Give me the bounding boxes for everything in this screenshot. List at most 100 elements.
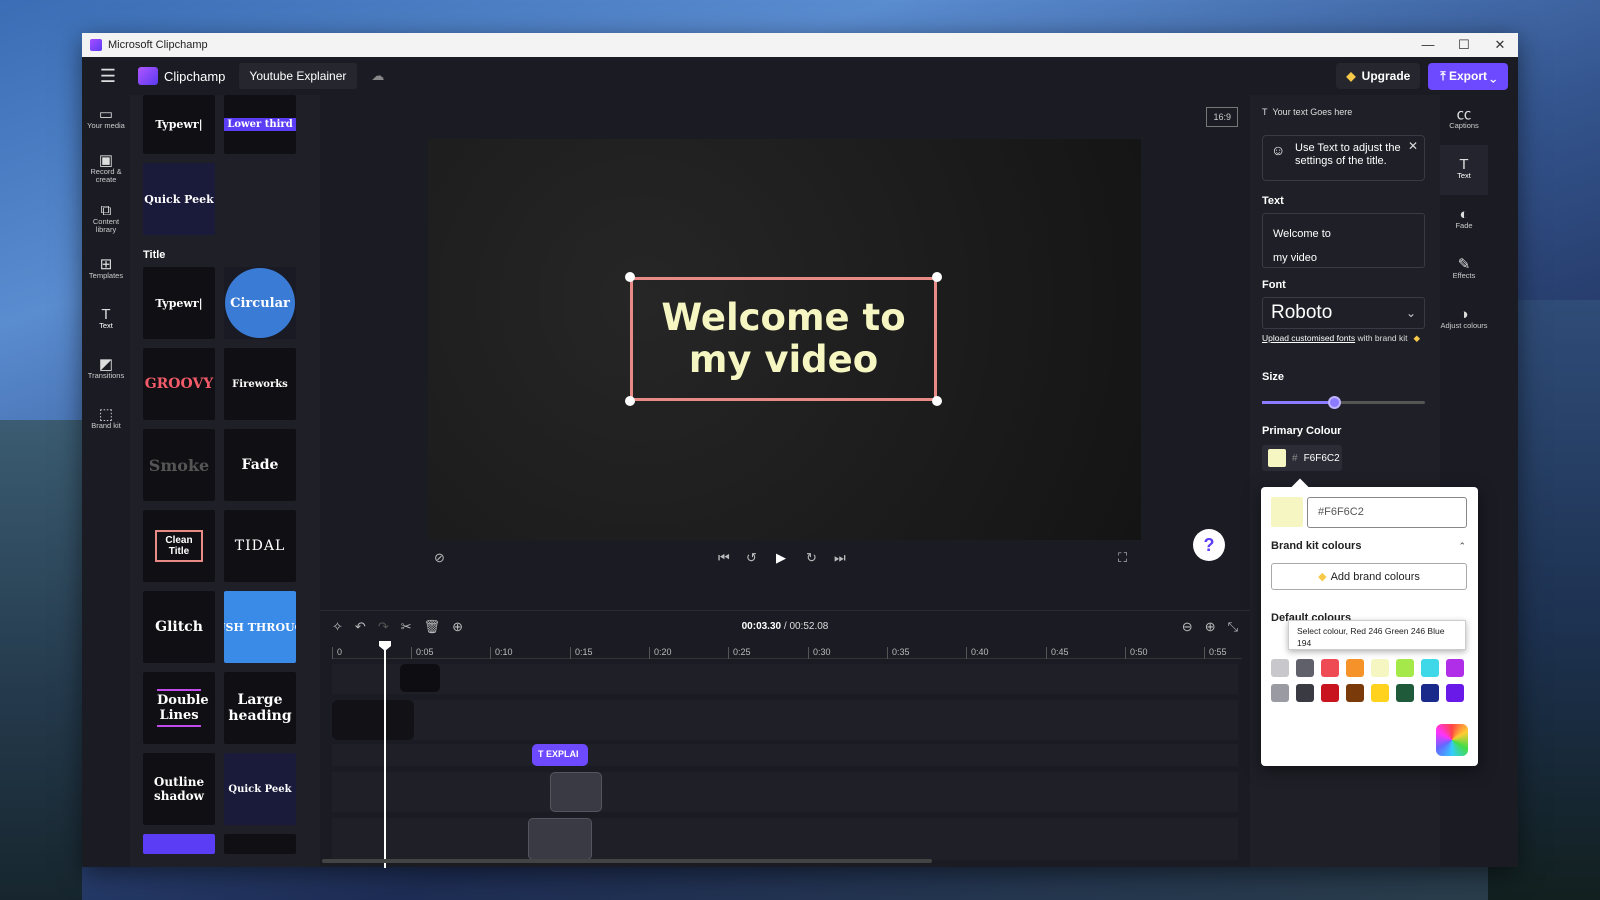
video-clip[interactable] — [332, 700, 414, 740]
text-tile[interactable]: GROOVY — [143, 348, 215, 420]
text-tile[interactable]: Large heading — [224, 672, 296, 744]
colour-swatch-cell[interactable] — [1346, 684, 1364, 702]
text-tile[interactable]: TIDAL — [224, 510, 296, 582]
text-tile[interactable]: Typewr| — [143, 95, 215, 154]
text-tile[interactable]: Smoke — [143, 429, 215, 501]
colour-swatch-cell[interactable] — [1371, 659, 1389, 677]
upload-fonts-link[interactable]: Upload customised fonts — [1262, 333, 1355, 343]
colour-swatch-cell[interactable] — [1271, 684, 1289, 702]
captions-off-icon[interactable]: ⊘ — [434, 550, 445, 566]
text-tile[interactable]: Circular — [224, 267, 296, 339]
text-tile[interactable] — [143, 834, 215, 854]
close-button[interactable]: ✕ — [1482, 37, 1518, 53]
title-text-box[interactable]: Welcome to my video — [630, 277, 937, 401]
rewind-5-icon[interactable]: ↺ — [746, 550, 757, 566]
video-preview[interactable]: Welcome to my video — [428, 139, 1141, 540]
text-tile[interactable]: Typewr| — [143, 267, 215, 339]
maximize-button[interactable]: ☐ — [1446, 37, 1482, 53]
colour-swatch-cell[interactable] — [1421, 684, 1439, 702]
nav-your-media[interactable]: ▭ Your media — [82, 95, 130, 145]
fit-icon[interactable]: ⤡ — [1228, 619, 1238, 635]
colour-swatch-cell[interactable] — [1296, 684, 1314, 702]
colour-swatch-cell[interactable] — [1396, 659, 1414, 677]
colour-swatch-cell[interactable] — [1396, 684, 1414, 702]
close-icon[interactable]: ✕ — [1408, 140, 1418, 153]
title-bar: Microsoft Clipchamp — ☐ ✕ — [82, 33, 1518, 57]
fullscreen-icon[interactable]: ⛶ — [1118, 550, 1127, 566]
primary-colour-button[interactable]: # F6F6C2 — [1262, 445, 1342, 471]
text-input[interactable]: Welcome to my video — [1262, 213, 1425, 268]
timeline-track[interactable]: T EXPLAI — [332, 744, 1238, 766]
text-tile[interactable]: Clean Title — [143, 510, 215, 582]
chevron-up-icon[interactable]: ⌃ — [1458, 541, 1466, 552]
resize-handle[interactable] — [625, 272, 635, 282]
colour-swatch-cell[interactable] — [1446, 659, 1464, 677]
text-tile[interactable]: Lower third — [224, 95, 296, 154]
nav-brand-kit[interactable]: ⬚ Brand kit — [82, 395, 130, 445]
text-tile[interactable]: USH THROUG — [224, 591, 296, 663]
nav-templates[interactable]: ⊞ Templates — [82, 245, 130, 295]
colour-swatch-cell[interactable] — [1296, 659, 1314, 677]
add-brand-colours-button[interactable]: ◆ Add brand colours — [1271, 563, 1467, 590]
skip-back-icon[interactable]: ⏮ — [718, 550, 730, 566]
text-tile[interactable]: Double Lines — [143, 672, 215, 744]
size-slider[interactable] — [1262, 396, 1425, 409]
timeline-track[interactable] — [332, 772, 1238, 812]
text-tile[interactable] — [224, 834, 296, 854]
project-name-input[interactable]: Youtube Explainer — [239, 63, 358, 89]
play-icon[interactable]: ▶ — [776, 550, 786, 566]
export-button[interactable]: ⤒ Export ⌄ — [1428, 62, 1508, 90]
timeline-scrollbar[interactable] — [322, 859, 932, 863]
primary-colour-label: Primary Colour — [1262, 425, 1342, 437]
colour-swatch-cell[interactable] — [1346, 659, 1364, 677]
timeline-track[interactable] — [332, 664, 1238, 694]
time-ruler[interactable]: 0 0:05 0:10 0:15 0:20 0:25 0:30 0:35 0:4… — [332, 645, 1242, 659]
nav-transitions[interactable]: ◩ Transitions — [82, 345, 130, 395]
colour-swatch-cell[interactable] — [1421, 659, 1439, 677]
skip-forward-icon[interactable]: ⏭ — [834, 550, 846, 566]
aspect-ratio-button[interactable]: 16:9 — [1206, 107, 1238, 127]
video-clip[interactable] — [400, 664, 440, 692]
resize-handle[interactable] — [932, 272, 942, 282]
sticker-clip[interactable] — [550, 772, 602, 812]
nav-text[interactable]: T Text — [82, 295, 130, 345]
zoom-in-icon[interactable]: ⊕ — [1205, 619, 1216, 635]
playhead[interactable] — [384, 645, 386, 868]
rnav-effects[interactable]: ✎ Effects — [1440, 245, 1488, 295]
help-button[interactable]: ? — [1193, 529, 1225, 561]
forward-5-icon[interactable]: ↻ — [806, 550, 817, 566]
text-tile[interactable]: Quick Peek — [224, 753, 296, 825]
text-tile[interactable]: Glitch — [143, 591, 215, 663]
nav-content-library[interactable]: ⧉ Content library — [82, 195, 130, 245]
rnav-fade[interactable]: ◐ Fade — [1440, 195, 1488, 245]
resize-handle[interactable] — [932, 396, 942, 406]
text-tile[interactable]: Outline shadow — [143, 753, 215, 825]
rnav-text[interactable]: T Text — [1440, 145, 1488, 195]
colour-swatch-cell[interactable] — [1446, 684, 1464, 702]
clipchamp-logo-icon — [138, 67, 158, 85]
zoom-out-icon[interactable]: ⊖ — [1182, 619, 1193, 635]
nav-record-create[interactable]: ▣ Record & create — [82, 145, 130, 195]
text-tile[interactable]: Fade — [224, 429, 296, 501]
text-clip[interactable]: T EXPLAI — [532, 744, 588, 766]
upgrade-button[interactable]: ◆ Upgrade — [1336, 63, 1421, 89]
colour-swatch-cell[interactable] — [1271, 659, 1289, 677]
resize-handle[interactable] — [625, 396, 635, 406]
custom-colour-icon[interactable] — [1436, 724, 1468, 756]
hamburger-icon[interactable]: ☰ — [88, 66, 128, 87]
arrow-clip[interactable] — [528, 818, 592, 860]
hex-input[interactable]: #F6F6C2 — [1307, 497, 1467, 528]
rnav-captions[interactable]: ㏄ Captions — [1440, 95, 1488, 145]
minimize-button[interactable]: — — [1410, 37, 1446, 53]
slider-knob[interactable] — [1327, 396, 1341, 409]
timeline-track[interactable] — [332, 818, 1238, 860]
timeline-track[interactable] — [332, 700, 1238, 740]
colour-swatch-cell[interactable] — [1321, 659, 1339, 677]
nav-label: Effects — [1452, 270, 1476, 280]
colour-swatch-cell[interactable] — [1371, 684, 1389, 702]
colour-swatch-cell[interactable] — [1321, 684, 1339, 702]
text-tile[interactable]: Quick Peek — [143, 163, 215, 235]
font-select[interactable]: Roboto ⌄ — [1262, 297, 1425, 329]
rnav-adjust-colours[interactable]: ◑ Adjust colours — [1440, 295, 1488, 345]
text-tile[interactable]: Fireworks — [224, 348, 296, 420]
